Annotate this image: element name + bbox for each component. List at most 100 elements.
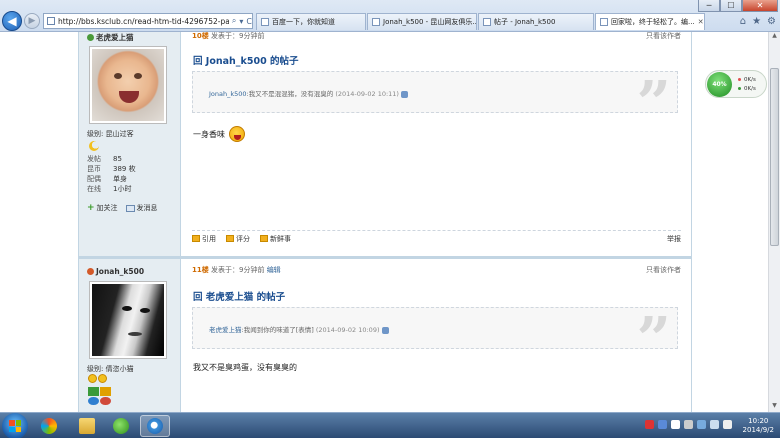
post-body: 我又不是臭鸡蛋，没有臭臭的 — [193, 362, 297, 373]
floor-number[interactable]: 10楼 — [192, 32, 209, 40]
tab-thread-active[interactable]: 回家啦，终于轻松了。编... ✕ — [595, 13, 705, 30]
news-button[interactable]: 新鲜事 — [260, 234, 291, 243]
search-icon[interactable]: ⌕ — [232, 16, 236, 26]
author-links: + 加关注 发消息 — [87, 203, 158, 213]
taskbar-app-explorer[interactable] — [72, 415, 102, 437]
author-name-text: 老虎爱上猫 — [96, 33, 134, 42]
browser-green-icon — [113, 418, 129, 434]
system-tray — [645, 420, 732, 429]
meta-value: 389 枚 — [113, 165, 136, 173]
clock-time: 10:20 — [748, 417, 769, 425]
network-tray-icon[interactable] — [658, 420, 667, 429]
system-clock[interactable]: 10:20 2014/9/2 — [743, 417, 774, 435]
only-author-link[interactable]: 只看该作者 — [646, 32, 681, 41]
dropdown-icon[interactable]: ▾ — [239, 17, 243, 26]
message-label: 发消息 — [136, 204, 158, 212]
meta-value: 1小时 — [113, 185, 132, 193]
author-level: 级别: 昆山过客 — [87, 129, 134, 139]
quote-content: :我闻到你的味道了[表情] — [241, 326, 314, 334]
home-icon[interactable]: ⌂ — [740, 16, 746, 27]
maximize-button[interactable]: ☐ — [720, 0, 742, 12]
address-bar[interactable]: http://bbs.ksclub.cn/read-htm-tid-429675… — [43, 13, 253, 29]
taskbar-app-pinwheel[interactable] — [34, 415, 64, 437]
ime-tray-icon[interactable] — [671, 420, 680, 429]
edit-link[interactable]: 编辑 — [267, 266, 281, 274]
quote-mark-icon: ” — [636, 69, 671, 139]
minimize-button[interactable]: ─ — [698, 0, 720, 12]
jump-to-quote-icon[interactable] — [381, 326, 389, 334]
tab-baidu[interactable]: 百度一下，你就知道 — [256, 13, 366, 30]
post-author-sidebar: 老虎爱上猫 级别: 昆山过客 发帖 85 昆币 389 枚 配偶 单身 在线 1小时 +… — [79, 32, 181, 256]
meta-key: 发帖 — [87, 155, 101, 163]
author-name[interactable]: 老虎爱上猫 — [87, 32, 134, 43]
windows-logo-icon — [9, 420, 21, 432]
post-author-sidebar: Jonah_k500 级别: 倩恣小猫 — [79, 259, 181, 412]
avatar[interactable] — [89, 46, 167, 124]
upload-rate-text: 0K/s — [744, 77, 756, 83]
rate-button[interactable]: 评分 — [226, 234, 250, 243]
network-speed-widget[interactable]: 40% 0K/s 0K/s — [705, 70, 767, 98]
tab-favicon-icon — [372, 18, 380, 26]
post-main: 10楼 发表于：9分钟前 只看该作者 回 Jonah_k500 的帖子 Jona… — [182, 32, 691, 256]
user-status-icon — [87, 34, 94, 41]
meta-key: 级别: — [87, 130, 104, 138]
quote-icon — [192, 235, 200, 242]
download-dot-icon — [738, 87, 741, 90]
floor-number[interactable]: 11楼 — [192, 266, 209, 274]
tab-label: 帖子 - Jonah_k500 — [494, 18, 556, 26]
quote-author[interactable]: 老虎爱上猫 — [209, 326, 242, 334]
taskbar-app-browser-green[interactable] — [106, 415, 136, 437]
scroll-down-icon[interactable]: ▼ — [769, 402, 780, 412]
start-button[interactable] — [2, 413, 28, 438]
post-header: 11楼 发表于：9分钟前 编辑 只看该作者 — [192, 265, 681, 275]
action-center-icon[interactable] — [697, 420, 706, 429]
medal-icon — [98, 374, 107, 383]
news-label: 新鲜事 — [270, 234, 291, 243]
rate-label: 评分 — [236, 234, 250, 243]
browser-tool-icons: ⌂ ★ ⚙ — [740, 16, 776, 27]
meta-key: 配偶 — [87, 175, 101, 183]
message-link[interactable]: 发消息 — [125, 203, 158, 213]
author-level: 级别: 倩恣小猫 — [87, 365, 134, 373]
post-actions: 引用 评分 新鲜事 举报 — [192, 230, 681, 243]
folder-icon — [79, 418, 95, 434]
vertical-scrollbar[interactable]: ▲ ▼ — [768, 32, 780, 412]
show-hidden-icons-icon[interactable] — [684, 420, 693, 429]
favorites-icon[interactable]: ★ — [752, 16, 761, 27]
badge-icon — [88, 387, 99, 396]
author-name[interactable]: Jonah_k500 — [87, 267, 144, 276]
post-time: 发表于：9分钟前 — [210, 266, 265, 274]
quote-author[interactable]: Jonah_k500 — [209, 90, 247, 98]
page-content: 老虎爱上猫 级别: 昆山过客 发帖 85 昆币 389 枚 配偶 单身 在线 1小时 +… — [0, 32, 768, 412]
avatar[interactable] — [89, 281, 167, 359]
post-body: 一身香味 — [193, 126, 245, 142]
scroll-up-icon[interactable]: ▲ — [769, 32, 780, 42]
post-main: 11楼 发表于：9分钟前 编辑 只看该作者 回 老虎爱上猫 的帖子 老虎爱上猫:… — [182, 259, 691, 412]
jump-to-quote-icon[interactable] — [400, 90, 408, 98]
scrollbar-thumb[interactable] — [770, 68, 779, 246]
follow-link[interactable]: + 加关注 — [87, 203, 118, 213]
tab-close-icon[interactable]: ✕ — [695, 18, 704, 26]
quote-date: (2014-09-02 10:11) — [335, 90, 399, 98]
tab-favicon-icon — [600, 18, 608, 26]
badge-icon — [100, 387, 111, 396]
tab-ksclub-profile[interactable]: Jonah_k500 - 昆山网友俱乐... — [367, 13, 477, 30]
signal-icon[interactable] — [723, 420, 732, 429]
site-favicon-icon — [47, 17, 55, 25]
refresh-icon[interactable]: C — [246, 17, 252, 26]
settings-icon[interactable]: ⚙ — [767, 16, 776, 27]
volume-icon[interactable] — [710, 420, 719, 429]
report-link[interactable]: 举报 — [667, 235, 681, 243]
emoticon-icon — [229, 126, 245, 142]
antivirus-tray-icon[interactable] — [645, 420, 654, 429]
forward-button[interactable]: ▶ — [24, 13, 40, 29]
pinwheel-app-icon — [41, 418, 57, 434]
close-window-button[interactable]: ✕ — [742, 0, 778, 12]
back-button[interactable]: ◀ — [2, 11, 22, 31]
only-author-link[interactable]: 只看该作者 — [646, 265, 681, 275]
memory-percent: 40% — [707, 72, 732, 97]
taskbar-app-ie[interactable] — [140, 415, 170, 437]
tab-posts[interactable]: 帖子 - Jonah_k500 — [478, 13, 594, 30]
post-title: 回 Jonah_k500 的帖子 — [193, 56, 299, 67]
quote-button[interactable]: 引用 — [192, 235, 216, 243]
